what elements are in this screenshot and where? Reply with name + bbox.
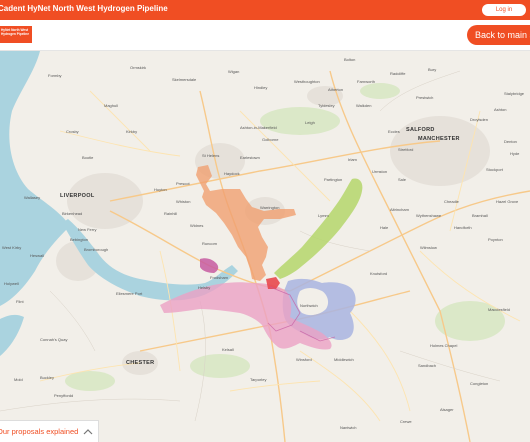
town-label: Stalybridge — [504, 91, 525, 96]
town-label: Hindley — [254, 85, 267, 90]
chevron-up-icon[interactable] — [82, 426, 94, 438]
proposals-panel[interactable]: Our proposals explained — [0, 420, 99, 442]
town-label: Bebington — [70, 237, 88, 242]
cadent-logo[interactable]: HyNet North West Hydrogen Pipeline — [0, 26, 32, 43]
town-label: Winsford — [296, 357, 312, 362]
town-label: Haydock — [224, 171, 240, 176]
town-label: Partington — [324, 177, 342, 182]
town-label: Whiston — [176, 199, 190, 204]
town-label: Kelsall — [222, 347, 234, 352]
town-label: Frodsham — [210, 275, 229, 280]
town-label: Earlestown — [240, 155, 260, 160]
town-label: Widnes — [190, 223, 203, 228]
town-label: Hale — [380, 225, 389, 230]
town-label: Skelmersdale — [172, 77, 197, 82]
town-label: Cheadle — [444, 199, 460, 204]
town-label: Farnworth — [357, 79, 375, 84]
town-label: Poynton — [488, 237, 503, 242]
town-label: Wythenshawe — [416, 213, 442, 218]
city-manchester: MANCHESTER — [418, 136, 460, 142]
town-label: Ashton-in-Makerfield — [240, 125, 277, 130]
town-label: Irlam — [348, 157, 358, 162]
town-label: Urmston — [372, 169, 387, 174]
header: HyNet North West Hydrogen Pipeline Back … — [0, 20, 530, 51]
town-label: Penyffordd — [54, 393, 73, 398]
town-label: Bromborough — [84, 247, 108, 252]
town-label: New Ferry — [78, 227, 96, 232]
town-label: Heswall — [30, 253, 44, 258]
town-label: Bolton — [344, 57, 355, 62]
city-salford: SALFORD — [406, 127, 435, 133]
town-label: Stockport — [486, 167, 504, 172]
town-label: Atherton — [328, 87, 343, 92]
login-button[interactable]: Log in — [482, 4, 526, 16]
town-label: Helsby — [198, 285, 210, 290]
logo-text: HyNet North West Hydrogen Pipeline — [1, 28, 29, 36]
town-label: Westhoughton — [294, 79, 320, 84]
town-label: Warrington — [260, 205, 279, 210]
town-label: Alsager — [440, 407, 454, 412]
town-label: Formby — [48, 73, 62, 78]
town-label: Stretford — [398, 147, 413, 152]
town-label: Golborne — [262, 137, 279, 142]
town-label: Denton — [504, 139, 517, 144]
town-label: Altrincham — [390, 207, 410, 212]
town-label: Flint — [16, 299, 24, 304]
town-label: Tyldesley — [318, 103, 335, 108]
town-label: Huyton — [154, 187, 167, 192]
town-label: Leigh — [305, 120, 315, 125]
town-label: Wilmslow — [420, 245, 437, 250]
town-label: Connah's Quay — [40, 337, 67, 342]
city-liverpool: LIVERPOOL — [60, 193, 95, 199]
map[interactable]: LIVERPOOL MANCHESTER SALFORD CHESTER For… — [0, 51, 530, 442]
back-to-main-site-button[interactable]: Back to main site — [467, 25, 530, 45]
town-label: Lymm — [318, 213, 329, 218]
town-label: Walkden — [356, 103, 371, 108]
town-label: Runcorn — [202, 241, 217, 246]
town-label: Rainhill — [164, 211, 177, 216]
town-label: Prescot — [176, 181, 190, 186]
town-label: Bramhall — [472, 213, 488, 218]
proposals-panel-label: Our proposals explained — [0, 427, 79, 436]
town-label: Bootle — [82, 155, 94, 160]
town-label: Kirkby — [126, 129, 137, 134]
town-label: Middlewich — [334, 357, 354, 362]
town-label: Mold — [14, 377, 23, 382]
town-label: Ormskirk — [130, 65, 146, 70]
town-label: Crewe — [400, 419, 412, 424]
town-label: Radcliffe — [390, 71, 406, 76]
town-label: Sandbach — [418, 363, 436, 368]
town-label: Crosby — [66, 129, 79, 134]
town-label: Eccles — [388, 129, 400, 134]
town-label: Droylsden — [470, 117, 488, 122]
town-label: Buckley — [40, 375, 54, 380]
map-canvas[interactable]: LIVERPOOL MANCHESTER SALFORD CHESTER For… — [0, 51, 530, 442]
town-label: Prestwich — [416, 95, 433, 100]
town-label: Bury — [428, 67, 436, 72]
town-label: Tarporley — [250, 377, 266, 382]
city-chester: CHESTER — [126, 360, 154, 366]
town-label: Northwich — [300, 303, 318, 308]
town-label: Wigan — [228, 69, 239, 74]
town-label: Handforth — [454, 225, 472, 230]
town-label: Ashton — [494, 107, 506, 112]
town-label: Congleton — [470, 381, 488, 386]
top-bar: Cadent HyNet North West Hydrogen Pipelin… — [0, 0, 530, 20]
town-label: Knutsford — [370, 271, 387, 276]
town-label: Wallasey — [24, 195, 40, 200]
site-title: Cadent HyNet North West Hydrogen Pipelin… — [0, 4, 168, 13]
town-label: St Helens — [202, 153, 219, 158]
town-label: Holmes Chapel — [430, 343, 457, 348]
town-label: Birkenhead — [62, 211, 82, 216]
town-label: West Kirby — [2, 245, 21, 250]
town-label: Holywell — [4, 281, 19, 286]
town-label: Ellesmere Port — [116, 291, 143, 296]
town-label: Macclesfield — [488, 307, 510, 312]
town-label: Hyde — [510, 151, 520, 156]
town-label: Maghull — [104, 103, 118, 108]
town-label: Sale — [398, 177, 407, 182]
town-label: Nantwich — [340, 425, 356, 430]
town-label: Hazel Grove — [496, 199, 519, 204]
